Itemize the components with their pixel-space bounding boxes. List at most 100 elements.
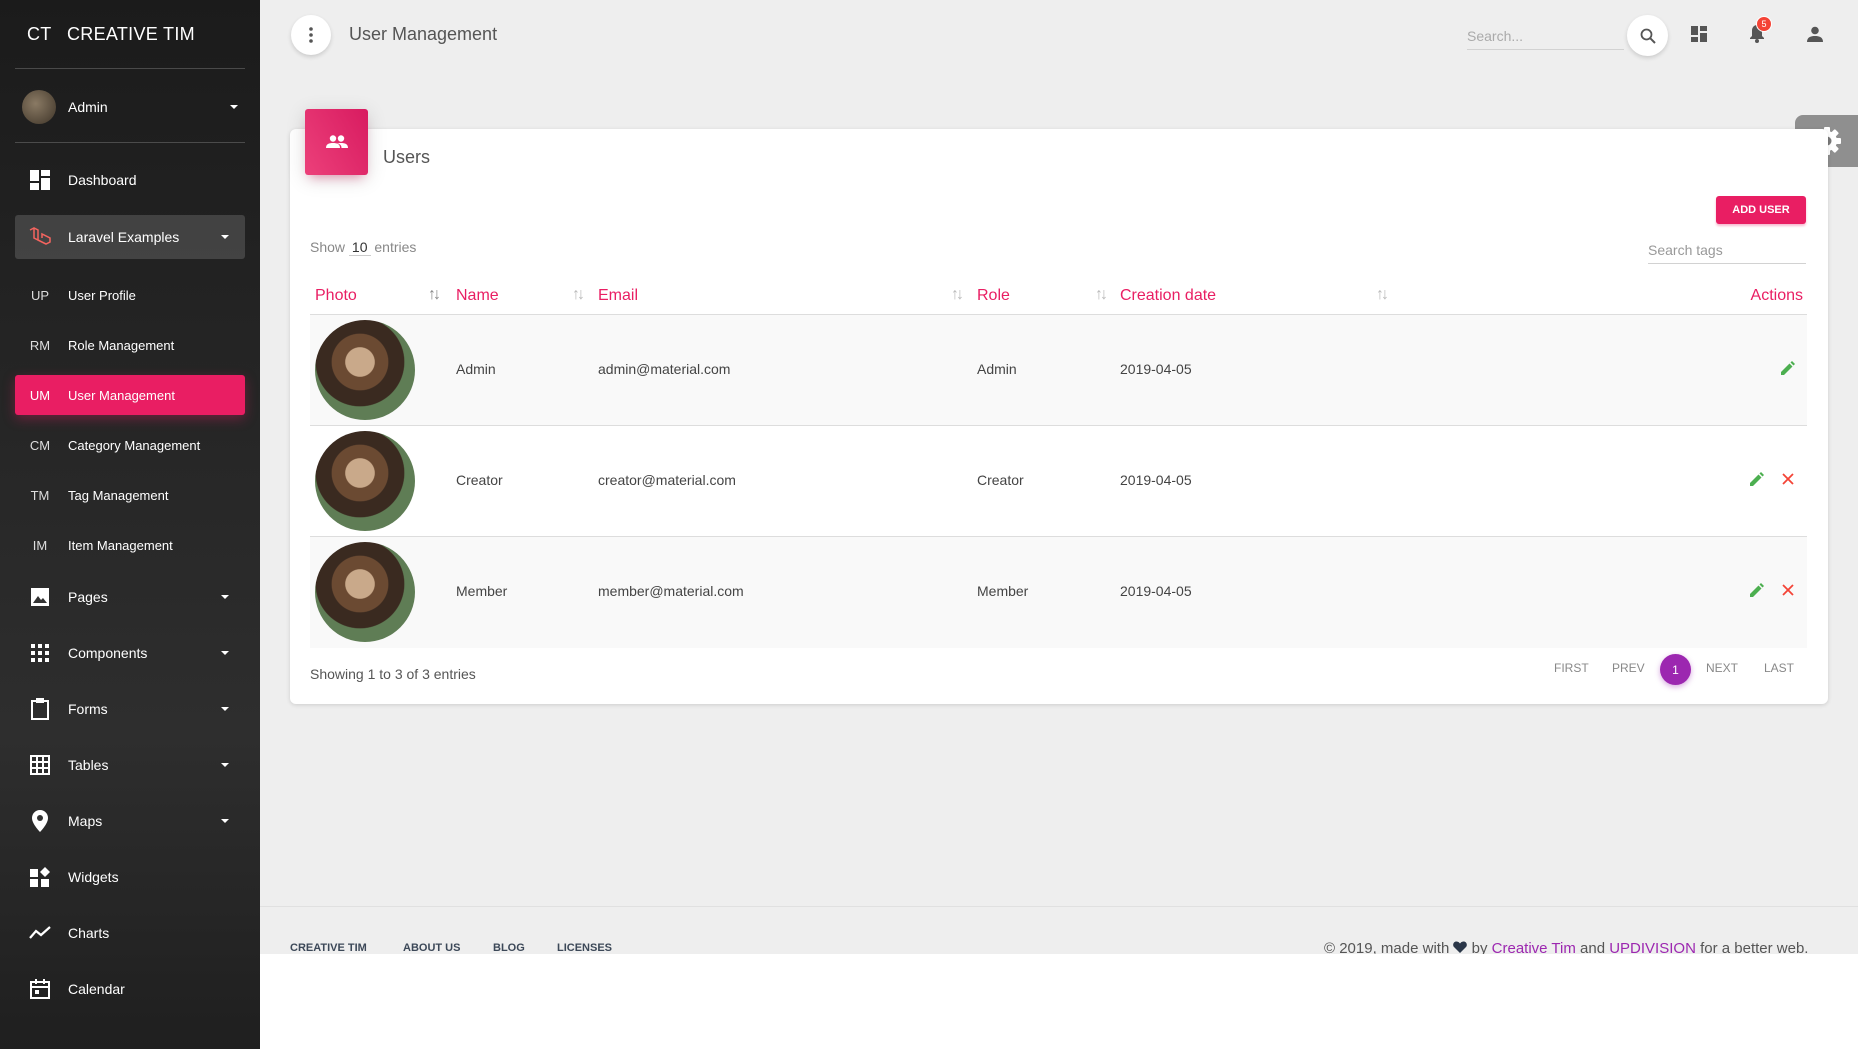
delete-button[interactable] (1778, 469, 1798, 489)
cell-creation-date: 2019-04-05 (1120, 361, 1192, 377)
sidebar-item-item-management[interactable]: IM Item Management (15, 525, 245, 565)
footer-link-blog[interactable]: BLOG (493, 942, 525, 954)
sidebar-item-label: Charts (68, 925, 110, 941)
table-row: Member member@material.com Member 2019-0… (310, 537, 1807, 648)
column-header-creation-date[interactable]: Creation date (1120, 287, 1216, 305)
dashboard-button[interactable] (1687, 22, 1711, 46)
sidebar-item-components[interactable]: Components (15, 631, 245, 675)
edit-button[interactable] (1778, 358, 1798, 378)
edit-button[interactable] (1747, 580, 1767, 600)
sidebar-item-abbr: TM (30, 487, 50, 503)
sidebar-item-label: Maps (68, 813, 103, 829)
sidebar-item-calendar[interactable]: Calendar (15, 967, 245, 1011)
pencil-icon (1781, 361, 1795, 375)
more-vert-icon (309, 27, 313, 43)
sidebar-item-label: Dashboard (68, 172, 137, 188)
avatar (22, 90, 56, 124)
pagination-next[interactable]: NEXT (1706, 661, 1738, 675)
footer-link-creative-tim[interactable]: CREATIVE TIM (290, 942, 367, 954)
add-user-button[interactable]: ADD USER (1716, 196, 1806, 224)
grid-icon (28, 753, 52, 777)
entries-length-selector[interactable]: Show 10 entries (310, 239, 416, 256)
sidebar-item-charts[interactable]: Charts (15, 911, 245, 955)
sidebar-item-maps[interactable]: Maps (15, 799, 245, 843)
brand-logo[interactable]: CT CREATIVE TIM (0, 0, 260, 68)
sidebar-item-label: Widgets (68, 869, 119, 885)
sidebar-item-label: Category Management (68, 437, 201, 453)
chevron-down-icon (221, 595, 229, 599)
image-icon (28, 585, 52, 609)
card-header-icon (305, 109, 368, 175)
sidebar-item-label: Forms (68, 701, 108, 717)
sort-icon[interactable]: ↑↓ (428, 286, 441, 304)
search-button[interactable] (1627, 15, 1668, 56)
sidebar-toggle-button[interactable] (291, 15, 331, 55)
column-header-photo[interactable]: Photo (315, 287, 357, 305)
pagination-first[interactable]: FIRST (1554, 661, 1589, 675)
people-icon (325, 135, 348, 148)
column-header-role[interactable]: Role (977, 287, 1010, 305)
sort-icon[interactable]: ↑↓ (1095, 286, 1108, 304)
edit-button[interactable] (1747, 469, 1767, 489)
sidebar-item-category-management[interactable]: CM Category Management (15, 425, 245, 465)
cell-email: admin@material.com (598, 361, 731, 377)
widgets-icon (28, 865, 52, 889)
user-name: Admin (68, 99, 108, 115)
sidebar-item-label: Pages (68, 589, 108, 605)
close-icon (1782, 584, 1794, 596)
user-menu[interactable]: Admin (22, 89, 238, 125)
pagination-last[interactable]: LAST (1764, 661, 1794, 675)
sidebar-item-role-management[interactable]: RM Role Management (15, 325, 245, 365)
profile-button[interactable] (1803, 22, 1827, 46)
laravel-icon (28, 225, 52, 249)
sidebar-item-label: Components (68, 645, 148, 661)
sidebar-item-label: User Profile (68, 287, 136, 303)
cell-email: member@material.com (598, 583, 744, 599)
column-header-email[interactable]: Email (598, 287, 638, 305)
pagination-page-1[interactable]: 1 (1660, 654, 1691, 685)
sidebar-item-pages[interactable]: Pages (15, 575, 245, 619)
cell-role: Member (977, 583, 1029, 599)
sidebar-item-user-management[interactable]: UM User Management (15, 375, 245, 415)
sidebar-item-widgets[interactable]: Widgets (15, 855, 245, 899)
sidebar-item-user-profile[interactable]: UP User Profile (15, 275, 245, 315)
entries-count-select[interactable]: 10 (348, 239, 371, 256)
footer-link-about-us[interactable]: ABOUT US (403, 942, 460, 954)
sidebar-item-laravel-examples[interactable]: Laravel Examples (15, 215, 245, 259)
pagination-prev[interactable]: PREV (1612, 661, 1645, 675)
column-header-name[interactable]: Name (456, 287, 499, 305)
chevron-down-icon (221, 763, 229, 767)
sidebar-item-label: User Management (68, 387, 175, 403)
search-input[interactable] (1467, 22, 1624, 50)
search-icon (1640, 28, 1656, 44)
footer-link-licenses[interactable]: LICENSES (557, 942, 612, 954)
sidebar-item-tag-management[interactable]: TM Tag Management (15, 475, 245, 515)
cell-name: Admin (456, 361, 496, 377)
divider (15, 142, 245, 143)
user-photo (315, 320, 415, 420)
table-row: Admin admin@material.com Admin 2019-04-0… (310, 315, 1807, 426)
cell-creation-date: 2019-04-05 (1120, 583, 1192, 599)
sidebar-item-forms[interactable]: Forms (15, 687, 245, 731)
table-row: Creator creator@material.com Creator 201… (310, 426, 1807, 537)
sidebar-item-abbr: UP (30, 287, 50, 303)
sidebar-item-dashboard[interactable]: Dashboard (15, 158, 245, 202)
table-header: Photo ↑↓ Name ↑↓ Email ↑↓ Role ↑↓ Creati… (310, 277, 1807, 315)
sort-icon[interactable]: ↑↓ (572, 286, 585, 304)
calendar-icon (28, 977, 52, 1001)
sort-icon[interactable]: ↑↓ (951, 286, 964, 304)
users-card: Users ADD USER Show 10 entries Photo ↑↓ … (290, 109, 1828, 704)
notification-badge: 5 (1756, 16, 1772, 32)
delete-button[interactable] (1778, 580, 1798, 600)
pencil-icon (1750, 472, 1764, 486)
chevron-down-icon (230, 105, 238, 109)
tag-search-input[interactable] (1648, 236, 1806, 264)
cell-email: creator@material.com (598, 472, 736, 488)
person-icon (1807, 26, 1823, 42)
dashboard-icon (1691, 26, 1707, 42)
sidebar-item-tables[interactable]: Tables (15, 743, 245, 787)
location-pin-icon (28, 809, 52, 833)
cell-name: Member (456, 583, 508, 599)
sort-icon[interactable]: ↑↓ (1376, 286, 1389, 304)
entries-label: Show (310, 239, 346, 255)
